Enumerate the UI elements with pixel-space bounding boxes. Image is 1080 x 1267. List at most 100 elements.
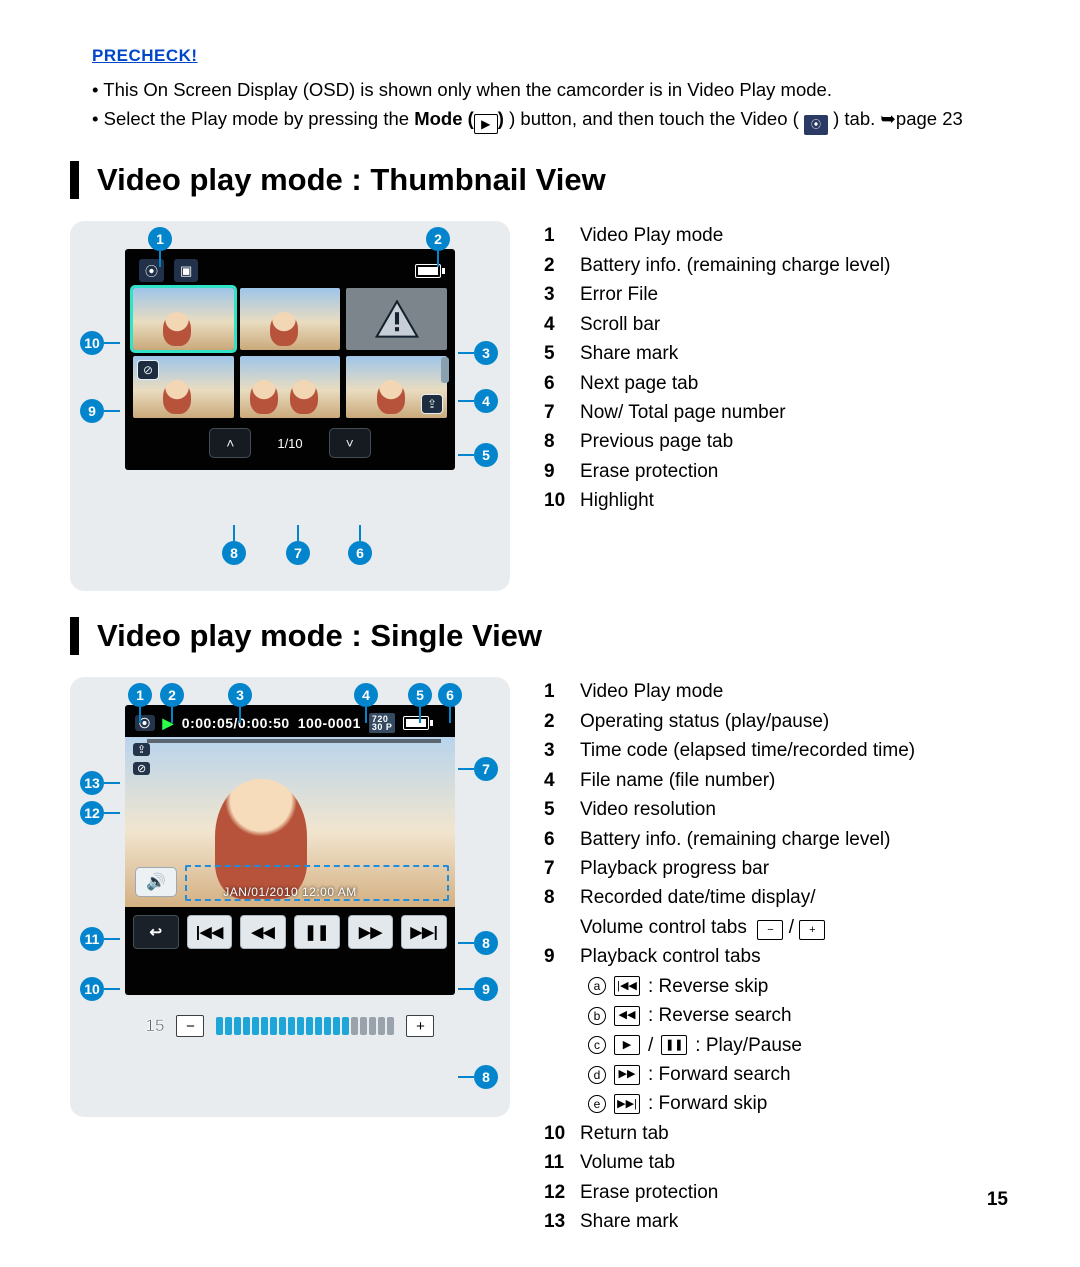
reverse-search-button[interactable]: ◀◀ <box>240 915 286 949</box>
thumbnail-pager: ˄ 1/10 ˅ <box>125 418 455 470</box>
erase-protection-icon: ⊘ <box>137 360 159 380</box>
next-page-button[interactable]: ˅ <box>329 428 371 458</box>
video-mode-icon: ⦿ <box>135 715 155 731</box>
volume-plus-button[interactable]: + <box>406 1015 434 1037</box>
timecode: 0:00:05/0:00:50 <box>182 715 290 731</box>
slegend-9: Playback control tabs <box>580 942 761 971</box>
slegend-10: Return tab <box>580 1119 669 1148</box>
s-callout-8a: 8 <box>474 931 498 955</box>
slegend-2: Operating status (play/pause) <box>580 707 829 736</box>
thumbnail-grid: ⊘ ⇪ <box>125 288 455 418</box>
play-pause-button[interactable]: ❚❚ <box>294 915 340 949</box>
thumb-4[interactable]: ⊘ <box>133 356 234 418</box>
thumb-2[interactable] <box>240 288 341 350</box>
page-number: 15 <box>987 1189 1008 1211</box>
circle-a: a <box>588 977 606 995</box>
playback-progress-bar[interactable] <box>147 739 441 743</box>
slegend-8b: Volume control tabs − / + <box>580 913 825 942</box>
callout-8: 8 <box>222 541 246 565</box>
video-frame[interactable]: ⇪ ⊘ 🔊 JAN/01/2010 12:00 AM <box>125 737 455 907</box>
s-callout-4: 4 <box>354 683 378 707</box>
single-legend: 1Video Play mode 2Operating status (play… <box>544 677 1010 1236</box>
slegend-1: Video Play mode <box>580 677 723 706</box>
playback-control-bar: ↩ |◀◀ ◀◀ ❚❚ ▶▶ ▶▶| <box>125 907 455 959</box>
volume-bar: 15 − + <box>92 1015 488 1037</box>
forward-skip-button[interactable]: ▶▶| <box>401 915 447 949</box>
return-button[interactable]: ↩ <box>133 915 179 949</box>
precheck-item-2d: ) tab. ➥page 23 <box>833 108 963 129</box>
date-volume-highlight <box>185 865 449 901</box>
s-callout-7: 7 <box>474 757 498 781</box>
thumbnail-lcd: ⦿ ▣ ⊘ <box>125 249 455 470</box>
legend-4: Scroll bar <box>580 310 660 339</box>
battery-icon-2 <box>403 716 429 730</box>
reverse-skip-button[interactable]: |◀◀ <box>187 915 233 949</box>
volume-button[interactable]: 🔊 <box>135 867 177 897</box>
slegend-5: Video resolution <box>580 795 716 824</box>
circle-b: b <box>588 1007 606 1025</box>
sub-a: : Reverse skip <box>648 972 768 1001</box>
forward-search-button[interactable]: ▶▶ <box>348 915 394 949</box>
precheck-item-2b-close: ) <box>498 108 504 129</box>
file-number: 100-0001 <box>298 715 361 731</box>
callout-10: 10 <box>80 331 104 355</box>
slegend-3: Time code (elapsed time/recorded time) <box>580 736 915 765</box>
sub-e: : Forward skip <box>648 1089 767 1118</box>
callout-3: 3 <box>474 341 498 365</box>
section-heading-thumbnail: Video play mode : Thumbnail View <box>70 161 1010 199</box>
thumb-1[interactable] <box>133 288 234 350</box>
thumb-error[interactable] <box>346 288 447 350</box>
prev-page-button[interactable]: ˄ <box>209 428 251 458</box>
precheck-item-2: Select the Play mode by pressing the Mod… <box>92 105 1010 134</box>
legend-9: Erase protection <box>580 457 718 486</box>
precheck-item-2b: Mode ( <box>414 108 474 129</box>
s-callout-12: 12 <box>80 801 104 825</box>
resolution-chip: 720 30 P <box>369 713 396 733</box>
volume-minus-button[interactable]: − <box>176 1015 204 1037</box>
s-callout-1: 1 <box>128 683 152 707</box>
slegend-11: Volume tab <box>580 1148 675 1177</box>
single-lcd: ⦿ ▶ 0:00:05/0:00:50 100-0001 720 30 P ⇪ … <box>125 705 455 995</box>
circle-d: d <box>588 1066 606 1084</box>
slegend-13: Share mark <box>580 1207 678 1236</box>
slegend-12: Erase protection <box>580 1178 718 1207</box>
legend-1: Video Play mode <box>580 221 723 250</box>
thumb-5[interactable] <box>240 356 341 418</box>
legend-7: Now/ Total page number <box>580 398 786 427</box>
sub-c: : Play/Pause <box>695 1031 802 1060</box>
legend-5: Share mark <box>580 339 678 368</box>
s-callout-3: 3 <box>228 683 252 707</box>
highlight-icon: ▣ <box>174 259 198 282</box>
mode-play-icon <box>474 114 498 134</box>
rev-skip-icon: |◀◀ <box>614 976 640 996</box>
fwd-skip-icon: ▶▶| <box>614 1094 640 1114</box>
precheck-list: This On Screen Display (OSD) is shown on… <box>92 76 1010 133</box>
volume-level: 15 <box>146 1016 165 1036</box>
scroll-bar[interactable] <box>441 357 449 383</box>
s-callout-11: 11 <box>80 927 104 951</box>
page-indicator: 1/10 <box>277 436 302 451</box>
pause-icon: ❚❚ <box>661 1035 687 1055</box>
status-line: ⦿ ▶ 0:00:05/0:00:50 100-0001 720 30 P <box>125 705 455 737</box>
resolution-bot: 30 P <box>372 723 393 731</box>
s-callout-9: 9 <box>474 977 498 1001</box>
legend-10: Highlight <box>580 486 654 515</box>
slegend-6: Battery info. (remaining charge level) <box>580 825 890 854</box>
thumbnail-diagram-panel: 1 2 3 4 5 6 7 8 9 10 ⦿ ▣ <box>70 221 510 591</box>
thumbnail-legend: 1Video Play mode 2Battery info. (remaini… <box>544 221 1010 515</box>
play-icon: ▶ <box>614 1035 640 1055</box>
sub-b: : Reverse search <box>648 1001 792 1030</box>
vol-minus-icon: − <box>757 920 783 940</box>
callout-6: 6 <box>348 541 372 565</box>
slegend-8b-text: Volume control tabs <box>580 917 747 938</box>
volume-track <box>216 1017 394 1035</box>
erase-protection-icon-2: ⊘ <box>133 762 150 775</box>
legend-6: Next page tab <box>580 369 698 398</box>
precheck-item-2c: ) button, and then touch the Video ( <box>509 108 799 129</box>
circle-e: e <box>588 1095 606 1113</box>
share-mark-icon: ⇪ <box>421 394 443 414</box>
single-diagram-panel: 1 2 3 4 5 6 7 8 9 8 13 12 11 10 ⦿ ▶ 0:00… <box>70 677 510 1117</box>
s-callout-10: 10 <box>80 977 104 1001</box>
thumb-6[interactable]: ⇪ <box>346 356 447 418</box>
s-callout-6: 6 <box>438 683 462 707</box>
